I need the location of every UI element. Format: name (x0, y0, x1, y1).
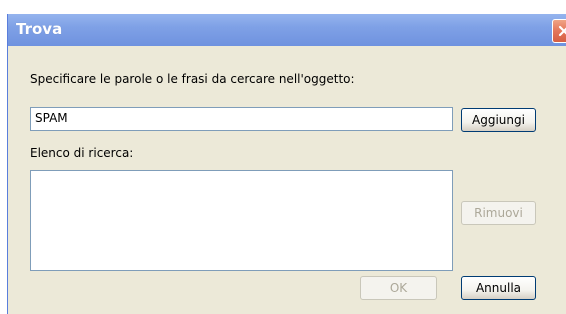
cancel-button[interactable]: Annulla (461, 276, 536, 300)
search-list[interactable] (30, 170, 453, 271)
dialog-title: Trova (16, 20, 63, 38)
close-button[interactable] (552, 19, 566, 43)
title-bar[interactable]: Trova (8, 14, 566, 46)
add-button[interactable]: Aggiungi (461, 108, 536, 132)
ok-button[interactable]: OK (360, 276, 437, 300)
remove-button[interactable]: Rimuovi (461, 201, 536, 225)
search-input[interactable]: SPAM (30, 107, 453, 131)
list-label: Elenco di ricerca: (30, 146, 134, 160)
close-icon (558, 25, 566, 37)
find-dialog: Trova Specificare le parole o le frasi d… (7, 14, 566, 314)
prompt-label: Specificare le parole o le frasi da cerc… (30, 72, 355, 86)
